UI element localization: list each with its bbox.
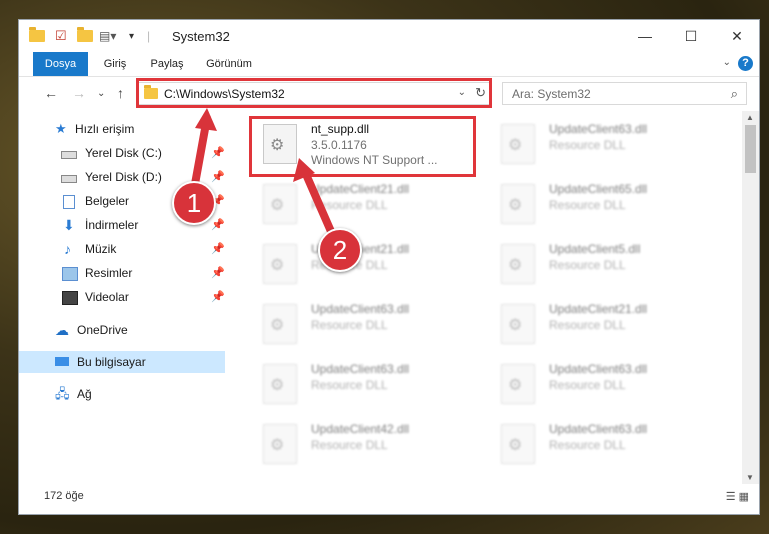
arrow-1-head (195, 108, 217, 131)
arrow-2-shaft (301, 168, 337, 240)
step-1-badge: 1 (172, 181, 216, 225)
step-2-badge: 2 (318, 228, 362, 272)
annotation-arrows (189, 108, 337, 240)
